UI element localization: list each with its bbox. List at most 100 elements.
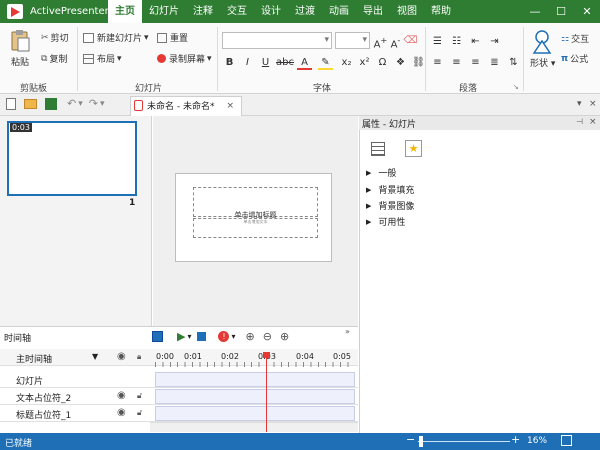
- lock-icon[interactable]: 🔓︎: [137, 408, 142, 418]
- align-left-icon[interactable]: ≡: [430, 55, 445, 70]
- font-family-combo[interactable]: ▾: [222, 32, 332, 49]
- chevron-down-icon[interactable]: ▾: [78, 99, 83, 109]
- new-slide-button[interactable]: 新建幻灯片 ▾: [83, 31, 149, 44]
- close-document-icon[interactable]: ×: [589, 99, 597, 109]
- clear-format-icon[interactable]: ⌫: [403, 33, 418, 48]
- tab-interact[interactable]: 交互: [220, 0, 254, 23]
- cut-label: 剪切: [50, 34, 69, 44]
- font-color-icon[interactable]: A: [297, 55, 312, 70]
- effects-icon[interactable]: ❖: [393, 55, 408, 70]
- star-effects-icon[interactable]: ★: [405, 140, 422, 157]
- zoom-out-icon[interactable]: ⊖: [263, 330, 272, 343]
- lock-icon[interactable]: 🔒︎: [137, 352, 141, 362]
- close-panel-icon[interactable]: ×: [589, 117, 597, 127]
- symbol-icon[interactable]: Ω: [375, 55, 390, 70]
- zoom-fit-icon[interactable]: ⊕: [280, 330, 289, 343]
- section-general[interactable]: ▶ 一般: [366, 166, 396, 180]
- pin-icon[interactable]: ⊣: [576, 117, 583, 126]
- timeline-ruler[interactable]: [155, 362, 355, 367]
- title-placeholder-bar[interactable]: [155, 406, 355, 421]
- bullets-icon[interactable]: ☰: [430, 34, 445, 49]
- close-button[interactable]: ✕: [574, 0, 600, 23]
- formula-button[interactable]: π 公式: [561, 52, 589, 66]
- slide-thumbnail[interactable]: [7, 121, 137, 196]
- close-tab-icon[interactable]: ×: [226, 101, 234, 111]
- reset-button[interactable]: 重置: [157, 31, 188, 44]
- italic-icon[interactable]: I: [240, 55, 255, 70]
- layout-button[interactable]: 布局 ▾: [83, 52, 122, 65]
- font-size-combo[interactable]: ▾: [335, 32, 370, 49]
- record-screen-button[interactable]: 录制屏幕 ▾: [157, 52, 212, 65]
- redo-icon[interactable]: ↷: [89, 97, 98, 110]
- align-center-icon[interactable]: ≡: [449, 55, 464, 70]
- indent-more-icon[interactable]: ⇥: [487, 34, 502, 49]
- tab-design[interactable]: 设计: [254, 0, 288, 23]
- zoom-out-button[interactable]: −: [406, 433, 415, 446]
- formula-label: 公式: [570, 55, 589, 65]
- tab-export[interactable]: 导出: [356, 0, 390, 23]
- eye-icon[interactable]: ◉: [117, 351, 126, 362]
- slide-duration-bar[interactable]: [155, 372, 355, 387]
- properties-list-icon[interactable]: [371, 142, 385, 156]
- justify-icon[interactable]: ≣: [487, 55, 502, 70]
- slide-number: 1: [129, 198, 136, 208]
- align-right-icon[interactable]: ≡: [468, 55, 483, 70]
- maximize-button[interactable]: ☐: [548, 0, 574, 23]
- record-icon[interactable]: !: [218, 331, 230, 342]
- minimize-button[interactable]: —: [522, 0, 548, 23]
- text-direction-icon[interactable]: ⇅: [506, 55, 521, 70]
- indent-less-icon[interactable]: ⇤: [468, 34, 483, 49]
- tab-annotate[interactable]: 注释: [186, 0, 220, 23]
- play-icon[interactable]: ▶: [177, 330, 185, 343]
- chevron-down-icon[interactable]: ▾: [100, 99, 105, 109]
- link-icon[interactable]: ⛓: [411, 55, 426, 70]
- cut-button[interactable]: ✂ 剪切: [41, 31, 69, 45]
- shape-button[interactable]: [530, 29, 554, 55]
- save-icon[interactable]: [45, 97, 57, 110]
- open-folder-icon[interactable]: [24, 98, 37, 109]
- chevron-down-icon[interactable]: ▾: [187, 332, 191, 341]
- shrink-font-icon[interactable]: A-: [388, 33, 403, 50]
- highlight-icon[interactable]: ✎: [318, 55, 333, 70]
- interact-button[interactable]: ⚏ 交互: [561, 32, 589, 46]
- bold-icon[interactable]: B: [222, 55, 237, 70]
- timeline-scrollbar[interactable]: [150, 422, 358, 432]
- lock-icon[interactable]: 🔓︎: [137, 391, 142, 401]
- numbering-icon[interactable]: ☷: [449, 34, 464, 49]
- eye-icon[interactable]: ◉: [117, 407, 126, 418]
- zoom-slider-track[interactable]: [418, 441, 510, 442]
- tab-slides[interactable]: 幻灯片: [142, 0, 186, 23]
- zoom-in-icon[interactable]: ⊕: [246, 330, 255, 343]
- playhead-handle[interactable]: [263, 352, 270, 358]
- new-file-icon[interactable]: [6, 97, 16, 110]
- chevron-down-icon[interactable]: ▾: [231, 332, 235, 341]
- section-background-image[interactable]: ▶ 背景图像: [366, 199, 414, 213]
- subscript-icon[interactable]: x₂: [339, 55, 354, 70]
- text-placeholder-bar[interactable]: [155, 389, 355, 404]
- eye-icon[interactable]: ◉: [117, 390, 126, 401]
- superscript-icon[interactable]: x²: [357, 55, 372, 70]
- playhead[interactable]: [266, 356, 267, 432]
- strikethrough-icon[interactable]: abc: [276, 55, 294, 70]
- fit-to-window-icon[interactable]: [561, 435, 572, 446]
- underline-icon[interactable]: U: [258, 55, 273, 70]
- tab-home[interactable]: 主页: [108, 0, 142, 23]
- section-background-fill[interactable]: ▶ 背景填充: [366, 183, 414, 197]
- tab-help[interactable]: 帮助: [424, 0, 458, 23]
- chevron-down-icon[interactable]: ▼: [92, 352, 98, 361]
- layers-icon[interactable]: [152, 331, 163, 342]
- zoom-in-button[interactable]: +: [511, 433, 520, 446]
- tab-view[interactable]: 视图: [390, 0, 424, 23]
- copy-button[interactable]: ⧉ 复制: [41, 52, 67, 66]
- zoom-slider-thumb[interactable]: [419, 436, 423, 447]
- tab-list-icon[interactable]: ▾: [577, 99, 582, 109]
- tab-transition[interactable]: 过渡: [288, 0, 322, 23]
- overflow-icon[interactable]: »: [345, 327, 350, 336]
- tab-animation[interactable]: 动画: [322, 0, 356, 23]
- section-availability[interactable]: ▶ 可用性: [366, 215, 405, 229]
- paste-button[interactable]: [9, 29, 31, 53]
- grow-font-icon[interactable]: A+: [373, 33, 388, 50]
- undo-icon[interactable]: ↶: [67, 97, 76, 110]
- stop-icon[interactable]: [197, 332, 207, 341]
- dialog-launcher-icon[interactable]: ↘: [513, 83, 519, 91]
